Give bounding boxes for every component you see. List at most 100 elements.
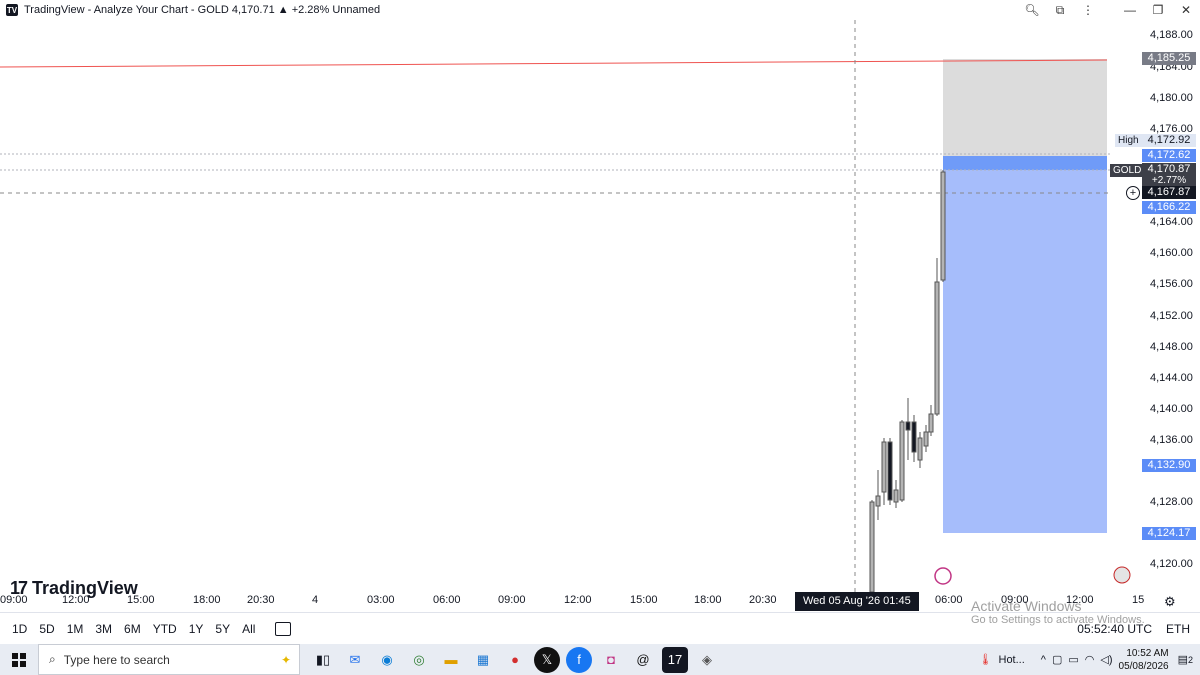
tray-app-icon[interactable]: ▢ [1052, 653, 1062, 666]
crosshair-time-tag: Wed 05 Aug '26 01:45 [795, 592, 919, 611]
wifi-icon[interactable]: ◠ [1085, 653, 1095, 666]
time-label: 09:00 [498, 594, 526, 606]
chrome-profile-icon[interactable]: ◎ [406, 647, 432, 673]
app-icon[interactable]: ◈ [694, 647, 720, 673]
edge-icon[interactable]: ◉ [374, 647, 400, 673]
price-tick: 4,152.00 [1150, 310, 1193, 322]
time-label: 06:00 [935, 594, 963, 606]
entry-band [943, 156, 1107, 170]
range-1d-button[interactable]: 1D [6, 622, 33, 636]
close-icon[interactable]: ✕ [1172, 0, 1200, 20]
chevron-up-icon[interactable]: ^ [1041, 654, 1046, 666]
stop-loss-zone[interactable] [943, 59, 1107, 156]
range-1y-button[interactable]: 1Y [183, 622, 210, 636]
price-tick: 4,160.00 [1150, 247, 1193, 259]
menu-icon[interactable]: ⋮ [1074, 0, 1102, 20]
threads-icon[interactable]: @ [630, 647, 656, 673]
range-1m-button[interactable]: 1M [61, 622, 90, 636]
time-label: 15 [1132, 594, 1145, 606]
time-label: 18:00 [193, 594, 221, 606]
stop-price-tag: 4,185.25 [1142, 52, 1196, 65]
time-label: 15:00 [127, 594, 155, 606]
window-title: TradingView - Analyze Your Chart - GOLD … [24, 4, 381, 16]
extensions-icon[interactable]: ⧉ [1046, 0, 1074, 20]
price-tick: 4,128.00 [1150, 496, 1193, 508]
time-label: 18:00 [694, 594, 722, 606]
time-scale[interactable]: 09:00 12:00 15:00 18:00 20:30 4 03:00 06… [0, 592, 1200, 612]
high-price-tag: 4,172.92 [1142, 134, 1196, 147]
time-label: 03:00 [367, 594, 395, 606]
search-placeholder: Type here to search [63, 652, 170, 667]
taskbar-clock[interactable]: 10:52 AM 05/08/2026 [1119, 647, 1169, 673]
file-explorer-icon[interactable]: ▬ [438, 647, 464, 673]
windows-start-icon[interactable] [0, 644, 38, 675]
clock-time: 10:52 AM [1126, 647, 1169, 659]
store-icon[interactable]: ▦ [470, 647, 496, 673]
maximize-icon[interactable]: ❐ [1144, 0, 1172, 20]
minimize-icon[interactable]: — [1116, 0, 1144, 20]
time-label: 09:00 [1001, 594, 1029, 606]
chart-canvas[interactable] [0, 20, 1200, 612]
title-bar: TV TradingView - Analyze Your Chart - GO… [0, 0, 1200, 20]
time-label: 15:00 [630, 594, 658, 606]
horizontal-line-red[interactable] [0, 59, 1108, 68]
volume-icon[interactable]: ◁) [1100, 653, 1112, 666]
time-label: 06:00 [433, 594, 461, 606]
change-pct-tag: +2.77% [1142, 175, 1196, 186]
battery-icon[interactable]: ▭ [1068, 653, 1078, 666]
utc-clock[interactable]: 05:52:40 UTC [1077, 622, 1152, 636]
add-alert-icon[interactable]: + [1126, 186, 1140, 200]
high-label: High [1115, 134, 1142, 147]
mail-icon[interactable]: ✉ [342, 647, 368, 673]
chart-pane[interactable]: 4,188.00 4,184.00 4,180.00 4,176.00 4,16… [0, 20, 1200, 626]
calendar-icon[interactable] [275, 621, 292, 636]
range-ytd-button[interactable]: YTD [147, 622, 183, 636]
price-tick: 4,148.00 [1150, 341, 1193, 353]
task-view-icon[interactable]: ▮▯ [310, 647, 336, 673]
time-label: 12:00 [62, 594, 90, 606]
price-tick: 4,180.00 [1150, 92, 1193, 104]
event-flash-icon[interactable] [934, 567, 952, 585]
x-icon[interactable]: 𝕏 [534, 646, 560, 673]
entry-price-tag: 4,172.62 [1142, 149, 1196, 162]
weather-text[interactable]: Hot... [999, 654, 1025, 666]
instagram-icon[interactable]: ◘ [598, 647, 624, 673]
symbol-label: GOLD [1110, 164, 1145, 177]
search-icon[interactable]: 🔍︎ [1018, 0, 1046, 20]
notification-icon[interactable]: ▤2 [1175, 653, 1196, 666]
weather-icon[interactable]: 🌡︎ [979, 653, 993, 666]
us-flag-icon[interactable] [1113, 566, 1131, 584]
search-icon: ⌕ [49, 652, 56, 666]
price-tick: 4,120.00 [1150, 558, 1193, 570]
take-profit-zone[interactable] [943, 170, 1107, 533]
candles[interactable] [869, 170, 946, 593]
price-tick: 4,144.00 [1150, 372, 1193, 384]
settings-gear-icon[interactable]: ⚙ [1164, 594, 1176, 610]
price-tick: 4,136.00 [1150, 434, 1193, 446]
price-tick: 4,156.00 [1150, 278, 1193, 290]
tradingview-app-icon[interactable]: 17 [662, 646, 688, 673]
time-label: 09:00 [0, 594, 28, 606]
time-label: 12:00 [1066, 594, 1094, 606]
chrome-icon[interactable]: ● [502, 647, 528, 673]
taskbar-search-box[interactable]: ⌕ Type here to search ✦ [38, 644, 300, 675]
range-all-button[interactable]: All [236, 622, 261, 636]
clock-date: 05/08/2026 [1118, 660, 1169, 672]
notification-count: 2 [1187, 655, 1193, 665]
session-toggle[interactable]: ETH [1166, 622, 1190, 636]
range-6m-button[interactable]: 6M [118, 622, 147, 636]
time-label: 4 [312, 594, 319, 606]
windows-taskbar: ⌕ Type here to search ✦ ▮▯ ✉ ◉ ◎ ▬ ▦ ● 𝕏… [0, 644, 1200, 675]
time-label: 20:30 [749, 594, 777, 606]
range-3m-button[interactable]: 3M [89, 622, 118, 636]
time-label: 20:30 [247, 594, 275, 606]
blue-price-tag: 4,166.22 [1142, 201, 1196, 214]
bottom-toolbar: 1D 5D 1M 3M 6M YTD 1Y 5Y All 05:52:40 UT… [0, 612, 1200, 644]
range-5y-button[interactable]: 5Y [209, 622, 236, 636]
price-tick: 4,140.00 [1150, 403, 1193, 415]
low-price-tag: 4,132.90 [1142, 459, 1196, 472]
tradingview-logo-icon: TV [6, 4, 18, 16]
range-5d-button[interactable]: 5D [33, 622, 60, 636]
facebook-icon[interactable]: f [566, 646, 592, 673]
crosshair-price-tag: 4,167.87 [1142, 186, 1196, 199]
